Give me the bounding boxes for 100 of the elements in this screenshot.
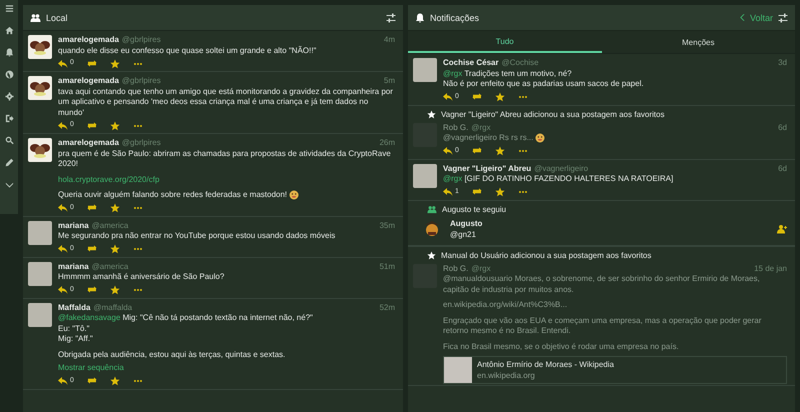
author-name[interactable]: Rob G. xyxy=(443,264,468,274)
post-time: 3d xyxy=(778,58,787,68)
reply-icon[interactable] xyxy=(58,244,68,254)
reply-icon[interactable] xyxy=(58,203,68,214)
users-icon xyxy=(30,12,41,22)
menu-icon[interactable] xyxy=(4,4,14,13)
boost-icon[interactable] xyxy=(86,376,97,386)
star-icon[interactable] xyxy=(494,92,505,102)
reply-icon[interactable] xyxy=(58,120,68,130)
boost-icon[interactable] xyxy=(86,120,97,130)
star-icon[interactable] xyxy=(110,203,120,214)
author-handle: @rgx xyxy=(471,264,491,274)
notification-text: Augusto te seguiu xyxy=(442,204,506,214)
post-text: @rgx Tradições tem um motivo, né? Não é por enfeito que as padarias usam sacos de papel. xyxy=(443,68,645,90)
globe-icon[interactable] xyxy=(4,70,14,79)
follower-handle: @gn21 xyxy=(450,228,477,240)
post-time: 15 de jan xyxy=(754,264,787,274)
post-time: 4m xyxy=(384,35,395,46)
post-text: @vagnerligeiro Rs rs rs... xyxy=(443,133,787,144)
reply-icon[interactable] xyxy=(443,146,453,156)
settings-icon[interactable] xyxy=(386,12,396,22)
boost-icon[interactable] xyxy=(86,285,97,296)
star-icon[interactable] xyxy=(494,146,505,156)
author-name[interactable]: mariana xyxy=(58,262,89,272)
author-handle: @gbrlpires xyxy=(122,76,161,86)
photo-placeholder xyxy=(444,357,472,384)
post-time: 51m xyxy=(379,262,395,272)
author-handle: @vagnerligeiro xyxy=(534,164,588,174)
card-domain: en.wikipedia.org xyxy=(477,370,536,382)
reply-icon[interactable] xyxy=(443,92,453,102)
author-handle: @maffalda xyxy=(93,302,132,314)
boost-icon[interactable] xyxy=(86,58,97,68)
settings-icon[interactable] xyxy=(778,12,788,22)
star-icon[interactable] xyxy=(494,187,505,198)
bell-icon xyxy=(415,12,425,22)
author-name[interactable]: amarelogemada xyxy=(58,76,119,86)
boost-icon[interactable] xyxy=(86,203,97,214)
post-text: Hmmmm amanhã é aniversário de São Paulo? xyxy=(58,272,226,283)
reply-icon[interactable] xyxy=(58,285,68,296)
avatar-photo xyxy=(28,302,52,327)
post-time: 35m xyxy=(379,220,395,232)
star-icon[interactable] xyxy=(110,376,120,386)
avatar-drawing xyxy=(28,76,52,100)
emoji-icon xyxy=(289,190,300,200)
logout-icon[interactable] xyxy=(4,114,14,123)
author-handle: @rgx xyxy=(471,122,491,133)
show-thread-link[interactable]: Mostrar sequência xyxy=(58,363,124,374)
author-handle: @gbrlpires xyxy=(122,138,161,148)
boost-icon[interactable] xyxy=(86,244,97,254)
author-handle: @america xyxy=(92,262,128,272)
link[interactable]: hola.cryptorave.org/2020/cfp xyxy=(58,174,160,184)
reply-icon[interactable] xyxy=(58,376,68,386)
pencil-icon[interactable] xyxy=(4,158,14,167)
back-button[interactable]: Voltar xyxy=(738,12,773,22)
post-text: pra quem é de São Paulo: abriram as chamadas para propostas de atividades da CryptoRave 2020! xyxy=(58,148,392,170)
post-text: Queria ouvir alguém falando sobre redes federadas e mastodon! xyxy=(58,190,395,201)
search-icon[interactable] xyxy=(4,136,14,145)
avatar-drawing xyxy=(28,35,52,59)
column-title: Notificações xyxy=(430,12,480,22)
chevron-left-icon xyxy=(738,13,747,22)
boost-icon[interactable] xyxy=(472,187,482,198)
post-text: en.wikipedia.org/wiki/Ant%C3%B... xyxy=(443,300,568,311)
chevron-icon[interactable] xyxy=(4,180,14,189)
star-icon xyxy=(427,110,436,118)
follower-name[interactable]: Augusto xyxy=(450,218,771,229)
reply-icon[interactable] xyxy=(58,58,68,68)
star-icon[interactable] xyxy=(110,120,120,130)
boost-icon[interactable] xyxy=(472,146,482,156)
boost-icon[interactable] xyxy=(472,92,482,102)
author-handle: @america xyxy=(92,220,128,232)
author-handle: @gbrlpires xyxy=(122,35,161,46)
author-name[interactable]: Cochise César xyxy=(443,58,499,68)
author-name[interactable]: Rob G. xyxy=(443,122,468,133)
star-icon[interactable] xyxy=(110,285,120,296)
column-title: Local xyxy=(46,12,69,22)
star-icon[interactable] xyxy=(110,58,120,68)
author-name[interactable]: Vagner "Ligeiro" Abreu xyxy=(443,164,532,174)
author-name[interactable]: amarelogemada xyxy=(58,35,119,46)
post-time: 6d xyxy=(778,164,787,174)
post-text: @manualdousuario Moraes, o sobrenome, de ser sobrinho do senhor Ermirio de Moraes, capitão de industria por muitos anos. xyxy=(443,274,761,296)
post-text: @rgx [GIF DO RATINHO FAZENDO HALTERES NA RATOEIRA] xyxy=(443,174,674,185)
home-icon[interactable] xyxy=(4,26,14,35)
author-name[interactable]: amarelogemada xyxy=(58,138,119,148)
notification-text: Vagner "Ligeiro" Abreu adicionou a sua postagem aos favoritos xyxy=(441,110,664,118)
reply-icon[interactable] xyxy=(443,187,453,198)
bell-icon[interactable] xyxy=(4,48,14,57)
post-time: 26m xyxy=(379,138,395,148)
tab[interactable]: Menções xyxy=(602,31,795,53)
emoji-icon xyxy=(535,133,546,143)
post-text: tava aqui contando que tenho um amigo que está monitorando a gravidez da companheira por um aplicativo e pensando 'meo deos essa criança mal é uma criança e já tem dados no mundo' xyxy=(58,86,394,118)
author-name[interactable]: Maffalda xyxy=(58,302,90,314)
post-text: quando ele disse eu confesso que quase soltei um grande e alto "NÃO!!" xyxy=(58,46,318,56)
link-card[interactable]: Antônio Ermírio de Moraes - Wikipedia en.wikipedia.org xyxy=(443,356,787,384)
post-time: 52m xyxy=(379,302,395,314)
star-icon[interactable] xyxy=(110,244,120,254)
star-icon xyxy=(427,250,436,260)
notification-text: Manual do Usuário adicionou a sua postagem aos favoritos xyxy=(441,250,652,260)
tab[interactable]: Tudo xyxy=(408,31,602,53)
author-name[interactable]: mariana xyxy=(58,220,89,232)
avatar-drawing xyxy=(28,138,52,162)
